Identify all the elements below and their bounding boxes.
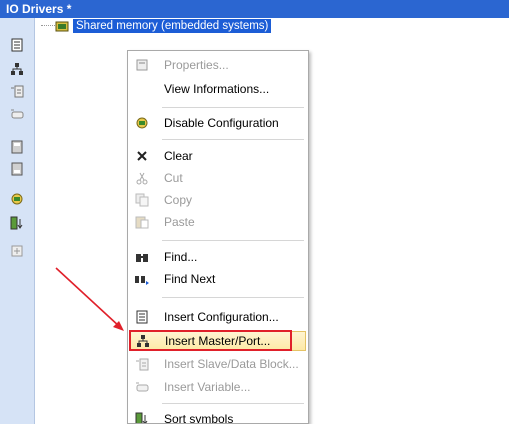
callout-arrow-icon — [55, 267, 124, 331]
